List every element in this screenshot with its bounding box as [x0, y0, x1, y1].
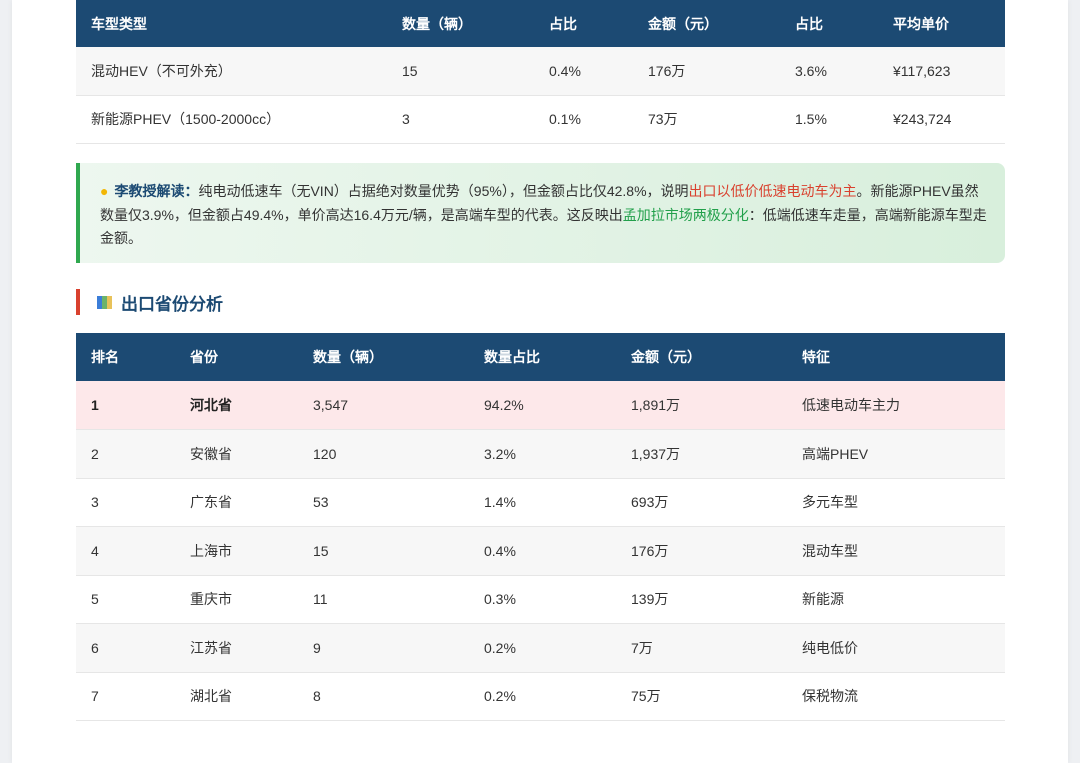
cell-amount: 176万	[616, 526, 787, 576]
col-header-quantity-share: 占比	[534, 0, 633, 47]
col-header-province: 省份	[175, 333, 298, 381]
col-header-rank: 排名	[76, 333, 175, 381]
cell-province: 重庆市	[175, 575, 298, 624]
col-header-quantity-share: 数量占比	[469, 333, 616, 381]
table-row: 5 重庆市 11 0.3% 139万 新能源	[76, 575, 1005, 624]
cell-avg-price: ¥117,623	[878, 47, 1005, 96]
cell-quantity-share: 0.2%	[469, 623, 616, 673]
table-row: 新能源PHEV（1500-2000cc） 3 0.1% 73万 1.5% ¥24…	[76, 95, 1005, 144]
insight-separator: ：	[184, 183, 199, 199]
report-content: 车型类型 数量（辆） 占比 金额（元） 占比 平均单价 混动HEV（不可外充） …	[76, 0, 1005, 721]
cell-quantity: 15	[387, 47, 534, 96]
table-row: 混动HEV（不可外充） 15 0.4% 176万 3.6% ¥117,623	[76, 47, 1005, 96]
col-header-quantity: 数量（辆）	[387, 0, 534, 47]
cell-quantity: 15	[298, 526, 469, 576]
cell-province: 江苏省	[175, 623, 298, 673]
cell-quantity: 120	[298, 429, 469, 479]
col-header-amount-share: 占比	[780, 0, 878, 47]
cell-vehicle-type: 新能源PHEV（1500-2000cc）	[76, 95, 387, 144]
table-row: 4 上海市 15 0.4% 176万 混动车型	[76, 526, 1005, 576]
insight-text-1: 纯电动低速车（无VIN）占据绝对数量优势（95%），但金额占比仅42.8%，说明	[198, 183, 689, 199]
insight-highlight-green: 孟加拉市场两极分化	[622, 206, 749, 223]
col-header-feature: 特征	[787, 333, 1005, 381]
cell-province: 湖北省	[175, 672, 298, 721]
table-row: 6 江苏省 9 0.2% 7万 纯电低价	[76, 623, 1005, 673]
col-header-avg-price: 平均单价	[878, 0, 1005, 47]
cell-vehicle-type: 混动HEV（不可外充）	[76, 47, 387, 96]
col-header-amount: 金额（元）	[616, 333, 787, 381]
table-row: 2 安徽省 120 3.2% 1,937万 高端PHEV	[76, 429, 1005, 479]
cell-feature: 高端PHEV	[787, 429, 1005, 479]
cell-amount: 1,891万	[616, 381, 787, 430]
cell-feature: 低速电动车主力	[787, 381, 1005, 430]
cell-quantity-share: 0.3%	[469, 575, 616, 624]
cell-quantity-share: 0.1%	[534, 95, 633, 144]
cell-quantity-share: 94.2%	[469, 381, 616, 430]
cell-amount-share: 3.6%	[780, 47, 878, 96]
cell-province: 广东省	[175, 478, 298, 527]
province-table: 排名 省份 数量（辆） 数量占比 金额（元） 特征 1 河北省 3,547 94…	[76, 333, 1005, 721]
report-page: 车型类型 数量（辆） 占比 金额（元） 占比 平均单价 混动HEV（不可外充） …	[12, 0, 1068, 763]
cell-amount: 693万	[616, 478, 787, 527]
table-header-row: 排名 省份 数量（辆） 数量占比 金额（元） 特征	[76, 333, 1005, 381]
cell-amount: 139万	[616, 575, 787, 624]
cell-quantity-share: 0.4%	[534, 47, 633, 96]
map-icon	[97, 295, 113, 309]
cell-amount: 176万	[633, 47, 780, 96]
table-header-row: 车型类型 数量（辆） 占比 金额（元） 占比 平均单价	[76, 0, 1005, 47]
cell-feature: 多元车型	[787, 478, 1005, 527]
cell-rank: 7	[76, 672, 175, 721]
cell-quantity: 8	[298, 672, 469, 721]
cell-feature: 纯电低价	[787, 623, 1005, 673]
cell-quantity: 11	[298, 575, 469, 624]
cell-rank: 4	[76, 526, 175, 576]
col-header-quantity: 数量（辆）	[298, 333, 469, 381]
section-title-text: 出口省份分析	[121, 294, 223, 314]
col-header-vehicle-type: 车型类型	[76, 0, 387, 47]
cell-feature: 混动车型	[787, 526, 1005, 576]
cell-amount: 73万	[633, 95, 780, 144]
cell-province: 河北省	[175, 381, 298, 430]
cell-amount-share: 1.5%	[780, 95, 878, 144]
cell-quantity: 9	[298, 623, 469, 673]
cell-amount: 1,937万	[616, 429, 787, 479]
cell-quantity-share: 1.4%	[469, 478, 616, 527]
cell-rank: 6	[76, 623, 175, 673]
insight-author: 李教授解读	[114, 183, 185, 199]
cell-quantity: 3	[387, 95, 534, 144]
cell-rank: 1	[76, 381, 175, 430]
cell-feature: 保税物流	[787, 672, 1005, 721]
cell-quantity: 53	[298, 478, 469, 527]
cell-rank: 5	[76, 575, 175, 624]
cell-quantity-share: 0.4%	[469, 526, 616, 576]
cell-rank: 2	[76, 429, 175, 479]
insight-callout: ● 李教授解读：纯电动低速车（无VIN）占据绝对数量优势（95%），但金额占比仅4…	[76, 163, 1005, 263]
insight-highlight-red: 出口以低价低速电动车为主	[688, 183, 857, 199]
cell-quantity-share: 0.2%	[469, 672, 616, 721]
cell-amount: 75万	[616, 672, 787, 721]
cell-quantity-share: 3.2%	[469, 429, 616, 479]
col-header-amount: 金额（元）	[633, 0, 780, 47]
section-heading: 出口省份分析	[76, 289, 223, 315]
cell-province: 安徽省	[175, 429, 298, 479]
cell-feature: 新能源	[787, 575, 1005, 624]
cell-quantity: 3,547	[298, 381, 469, 430]
table-row: 7 湖北省 8 0.2% 75万 保税物流	[76, 672, 1005, 721]
cell-province: 上海市	[175, 526, 298, 576]
table-row: 3 广东省 53 1.4% 693万 多元车型	[76, 478, 1005, 527]
lightbulb-icon: ●	[100, 183, 109, 199]
cell-avg-price: ¥243,724	[878, 95, 1005, 144]
vehicle-type-table: 车型类型 数量（辆） 占比 金额（元） 占比 平均单价 混动HEV（不可外充） …	[76, 0, 1005, 144]
table-row-highlighted: 1 河北省 3,547 94.2% 1,891万 低速电动车主力	[76, 381, 1005, 430]
cell-amount: 7万	[616, 623, 787, 673]
cell-rank: 3	[76, 478, 175, 527]
